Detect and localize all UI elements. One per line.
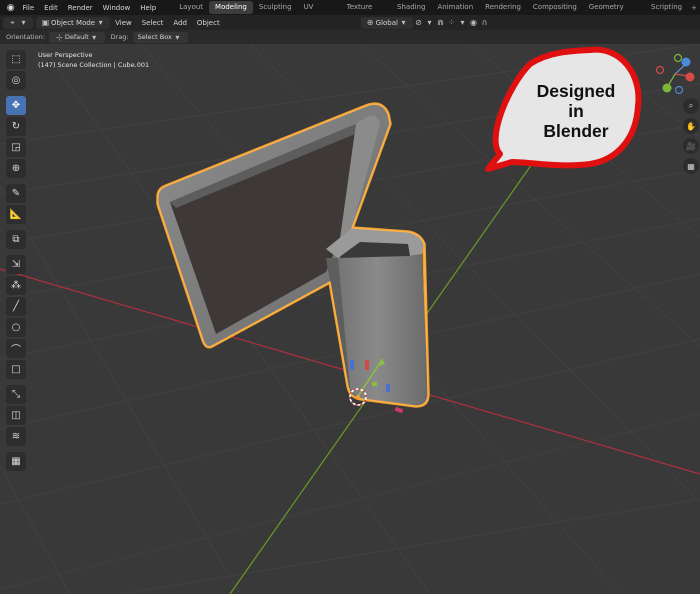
blender-logo-icon[interactable]: ◉ [4, 0, 17, 15]
top-menu-bar: ◉ File Edit Render Window Help Layout Mo… [0, 0, 700, 24]
menu-view[interactable]: View [110, 19, 137, 27]
chevron-down-icon: ▾ [92, 32, 97, 42]
orientation-global-icon: ⊕ [366, 18, 374, 27]
orientation-dropdown[interactable]: ⊹ Default ▾ [48, 31, 105, 43]
bevel-icon[interactable]: ╱ [6, 297, 26, 316]
proportional-edit-icon[interactable]: ◉ [468, 17, 479, 28]
transform-orientation-selector[interactable]: ⊕ Global ▾ [360, 16, 413, 29]
drag-field-label: Drag: [110, 33, 129, 41]
selected-mesh-object[interactable] [156, 102, 430, 408]
shear-icon[interactable]: ⤡ [6, 385, 26, 404]
tab-shading[interactable]: Shading [391, 1, 431, 14]
menu-edit[interactable]: Edit [39, 4, 63, 12]
move-icon[interactable]: ✥ [6, 96, 26, 115]
select-box-icon[interactable]: ⬚ [6, 50, 26, 69]
spin-icon[interactable]: ⁂ [6, 276, 26, 295]
tab-sculpting[interactable]: Sculpting [253, 1, 298, 14]
editor-type-button[interactable]: ⌖ ▾ [3, 16, 33, 29]
gizmo-x-icon[interactable] [685, 72, 695, 82]
chevron-down-icon[interactable]: ▾ [424, 17, 435, 28]
mode-label: Object Mode [51, 18, 96, 27]
poly-build-icon[interactable]: □ [6, 360, 26, 379]
cursor-icon[interactable]: ◎ [6, 71, 26, 90]
perspective-label: User Perspective [38, 51, 93, 59]
add-workspace-button[interactable]: + [688, 4, 700, 12]
mode-selector[interactable]: ▣ Object Mode ▾ [36, 16, 111, 29]
chevron-down-icon: ▾ [98, 18, 103, 27]
orientation-label: Global [375, 18, 398, 27]
menu-add[interactable]: Add [168, 19, 192, 27]
tool-shelf: ⬚ ◎ ✥ ↻ ◲ ⊕ ✎ 📐 ⧉ ⇲ ⁂ ╱ ○ ⌒ □ ⤡ ◫ ≋ ▦ [4, 50, 28, 473]
bubble-text: Designed in Blender [516, 81, 636, 141]
bubble-line-2: in [568, 101, 584, 121]
transform-icon[interactable]: ⊕ [6, 159, 26, 178]
measure-icon[interactable]: 📐 [6, 205, 26, 224]
tab-modeling[interactable]: Modeling [209, 1, 253, 14]
knife-icon[interactable]: ⌒ [6, 339, 26, 358]
viewport-header: ⌖ ▾ ▣ Object Mode ▾ View Select Add Obje… [0, 15, 700, 30]
tab-rendering[interactable]: Rendering [479, 1, 527, 14]
chevron-down-icon: ▾ [175, 32, 180, 42]
randomize-icon[interactable]: ≋ [6, 427, 26, 446]
chevron-down-icon: ▾ [401, 18, 406, 27]
grid-view-icon[interactable]: ▦ [683, 158, 699, 174]
zoom-icon[interactable]: ⌕ [683, 98, 699, 114]
rotate-icon[interactable]: ↻ [6, 117, 26, 136]
camera-icon[interactable]: 🎥 [683, 138, 699, 154]
header-right-controls: ⊕ Global ▾ ⊘ ▾ ⋒ ⁘ ▾ ◉ ∩ [358, 16, 490, 29]
3d-viewport[interactable]: User Perspective (147) Scene Collection … [0, 44, 700, 594]
pivot-point-icon[interactable]: ⊘ [413, 17, 424, 28]
tab-animation[interactable]: Animation [431, 1, 479, 14]
collection-info-label: (147) Scene Collection | Cube.001 [38, 61, 150, 69]
tab-geometry-nodes[interactable]: Geometry Nodes [583, 1, 645, 24]
annotate-icon[interactable]: ✎ [6, 184, 26, 203]
navigation-buttons: ⌕ ✋ 🎥 ▦ [683, 98, 699, 178]
workspace-tabs: Layout Modeling Sculpting UV Editing Tex… [173, 0, 700, 24]
menu-help[interactable]: Help [135, 4, 161, 12]
menu-file[interactable]: File [17, 4, 39, 12]
viewport-info-overlay: User Perspective (147) Scene Collection … [38, 50, 149, 70]
proportional-falloff-icon[interactable]: ∩ [479, 17, 490, 28]
drag-dropdown[interactable]: Select Box ▾ [132, 31, 188, 43]
tab-scripting[interactable]: Scripting [645, 1, 688, 14]
menu-select[interactable]: Select [137, 19, 169, 27]
grid-icon[interactable]: ▦ [6, 452, 26, 471]
menu-object[interactable]: Object [192, 19, 225, 27]
tab-layout[interactable]: Layout [173, 1, 209, 14]
bubble-line-3: Blender [543, 121, 609, 141]
object-mode-icon: ▣ [41, 18, 50, 27]
snap-target-icon[interactable]: ⁘ [446, 17, 457, 28]
orientation-field-label: Orientation: [6, 33, 45, 41]
scale-icon[interactable]: ◲ [6, 138, 26, 157]
bubble-line-1: Designed [536, 81, 616, 101]
add-cube-icon[interactable]: ⧉ [6, 230, 26, 249]
chevron-down-icon[interactable]: ▾ [457, 17, 468, 28]
viewport-editor-icon: ⌖ [10, 17, 15, 27]
drag-value: Select Box [137, 33, 172, 41]
chevron-down-icon: ▾ [21, 18, 26, 27]
hand-icon[interactable]: ✋ [683, 118, 699, 134]
gizmo-z-icon[interactable] [681, 57, 691, 67]
gizmo-y-icon[interactable] [662, 83, 672, 93]
loopcut-icon[interactable]: ○ [6, 318, 26, 337]
smooth-icon[interactable]: ◫ [6, 406, 26, 425]
navigation-gizmo[interactable] [650, 50, 700, 98]
menu-render[interactable]: Render [63, 4, 98, 12]
tab-uv-editing[interactable]: UV Editing [298, 1, 341, 24]
tool-settings-bar: Orientation: ⊹ Default ▾ Drag: Select Bo… [0, 30, 700, 44]
tab-texture-paint[interactable]: Texture Paint [341, 1, 391, 24]
snap-magnet-icon[interactable]: ⋒ [435, 17, 446, 28]
orientation-value: Default [64, 33, 89, 41]
tab-compositing[interactable]: Compositing [527, 1, 583, 14]
orientation-icon: ⊹ [56, 32, 63, 42]
menu-window[interactable]: Window [98, 4, 136, 12]
extrude-icon[interactable]: ⇲ [6, 255, 26, 274]
